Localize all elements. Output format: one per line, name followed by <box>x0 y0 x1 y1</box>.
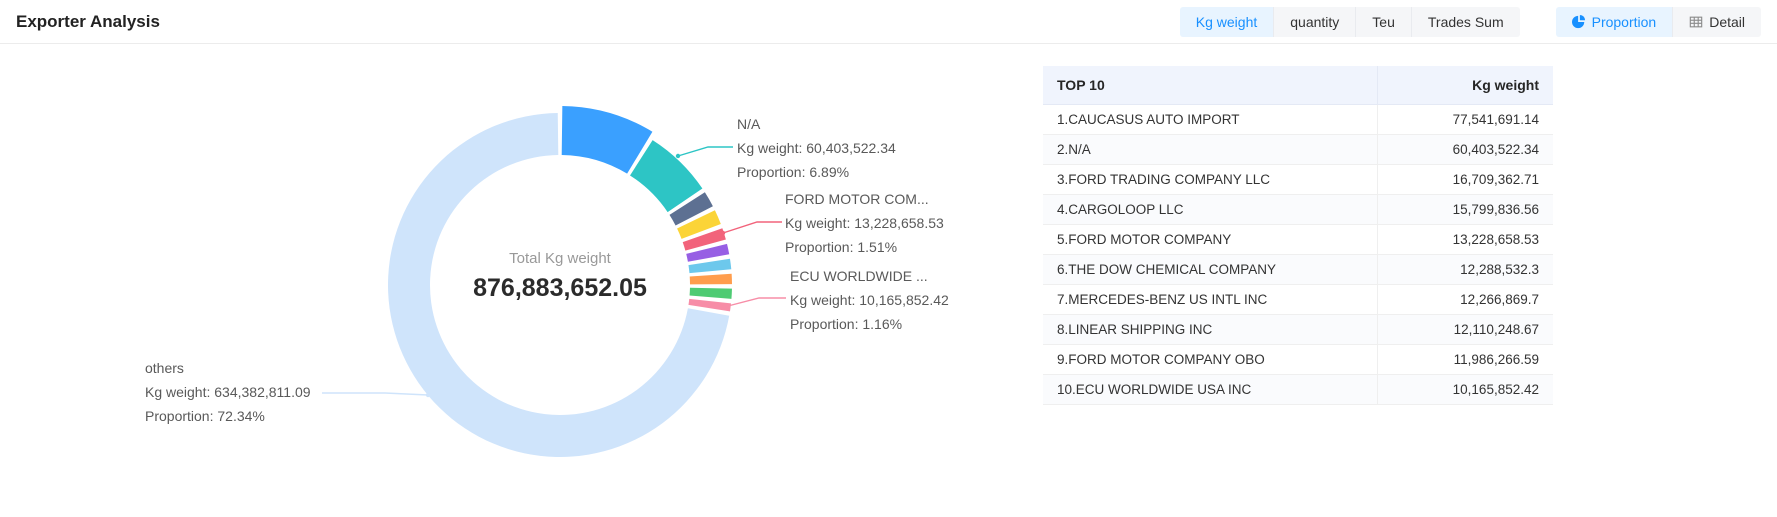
callout-proportion: Proportion: 1.51% <box>785 235 944 259</box>
table-row: 9.FORD MOTOR COMPANY OBO11,986,266.59 <box>1043 344 1553 374</box>
callout-title: N/A <box>737 112 896 136</box>
callout-others: others Kg weight: 634,382,811.09 Proport… <box>145 356 311 428</box>
callout-proportion: Proportion: 72.34% <box>145 404 311 428</box>
table-row: 3.FORD TRADING COMPANY LLC16,709,362.71 <box>1043 164 1553 194</box>
row-kg-weight: 12,266,869.7 <box>1377 284 1553 314</box>
table-row: 1.CAUCASUS AUTO IMPORT77,541,691.14 <box>1043 104 1553 134</box>
row-kg-weight: 12,288,532.3 <box>1377 254 1553 284</box>
callout-kg-weight: Kg weight: 634,382,811.09 <box>145 380 311 404</box>
table-row: 5.FORD MOTOR COMPANY13,228,658.53 <box>1043 224 1553 254</box>
table-row: 4.CARGOLOOP LLC15,799,836.56 <box>1043 194 1553 224</box>
callout-proportion: Proportion: 1.16% <box>790 312 949 336</box>
donut-segment-ford-motor-company-obo[interactable] <box>690 288 732 299</box>
table-header-row: TOP 10 Kg weight <box>1043 66 1553 104</box>
callout-proportion: Proportion: 6.89% <box>737 160 896 184</box>
row-exporter-name: 6.THE DOW CHEMICAL COMPANY <box>1043 254 1377 284</box>
tab-label: quantity <box>1290 14 1339 30</box>
tab-trades-sum[interactable]: Trades Sum <box>1412 7 1520 37</box>
row-kg-weight: 12,110,248.67 <box>1377 314 1553 344</box>
top10-table: TOP 10 Kg weight 1.CAUCASUS AUTO IMPORT7… <box>1043 66 1553 405</box>
tab-detail[interactable]: Detail <box>1673 7 1761 37</box>
callout-kg-weight: Kg weight: 10,165,852.42 <box>790 288 949 312</box>
row-exporter-name: 8.LINEAR SHIPPING INC <box>1043 314 1377 344</box>
tab-proportion[interactable]: Proportion <box>1556 7 1674 37</box>
row-kg-weight: 60,403,522.34 <box>1377 134 1553 164</box>
callout-title: others <box>145 356 311 380</box>
toolbar: Kg weight quantity Teu Trades Sum Proportio… <box>1180 7 1761 37</box>
tab-label: Kg weight <box>1196 14 1257 30</box>
tab-teu[interactable]: Teu <box>1356 7 1412 37</box>
row-exporter-name: 10.ECU WORLDWIDE USA INC <box>1043 374 1377 404</box>
donut-segment-linear-shipping-inc[interactable] <box>690 274 732 285</box>
table-row: 6.THE DOW CHEMICAL COMPANY12,288,532.3 <box>1043 254 1553 284</box>
table-row: 10.ECU WORLDWIDE USA INC10,165,852.42 <box>1043 374 1553 404</box>
tab-kg-weight[interactable]: Kg weight <box>1180 7 1274 37</box>
page-title: Exporter Analysis <box>16 12 160 32</box>
callout-line-others <box>322 393 428 395</box>
callout-ecu-worldwide: ECU WORLDWIDE ... Kg weight: 10,165,852.… <box>790 264 949 336</box>
row-kg-weight: 11,986,266.59 <box>1377 344 1553 374</box>
tab-label: Detail <box>1709 14 1745 30</box>
table-header-kg-weight: Kg weight <box>1377 66 1553 104</box>
callout-dot-ford-motor-company <box>721 231 725 235</box>
row-kg-weight: 10,165,852.42 <box>1377 374 1553 404</box>
view-tabs: Proportion Detail <box>1556 7 1761 37</box>
row-exporter-name: 1.CAUCASUS AUTO IMPORT <box>1043 104 1377 134</box>
tab-label: Proportion <box>1592 14 1657 30</box>
table-row: 7.MERCEDES-BENZ US INTL INC12,266,869.7 <box>1043 284 1553 314</box>
tab-label: Teu <box>1372 14 1395 30</box>
row-kg-weight: 13,228,658.53 <box>1377 224 1553 254</box>
metric-tabs: Kg weight quantity Teu Trades Sum <box>1180 7 1520 37</box>
tab-label: Trades Sum <box>1428 14 1504 30</box>
callout-dot-n-a <box>676 154 680 158</box>
callout-dot-ecu-worldwide-usa-inc <box>726 304 730 308</box>
callout-line-ford-motor-company <box>723 222 782 233</box>
table-row: 8.LINEAR SHIPPING INC12,110,248.67 <box>1043 314 1553 344</box>
callout-dot-others <box>426 393 430 397</box>
content-area: Total Kg weight 876,883,652.05 N/A Kg we… <box>0 44 1777 517</box>
callout-kg-weight: Kg weight: 60,403,522.34 <box>737 136 896 160</box>
row-exporter-name: 5.FORD MOTOR COMPANY <box>1043 224 1377 254</box>
top10-table-body: 1.CAUCASUS AUTO IMPORT77,541,691.142.N/A… <box>1043 104 1553 404</box>
callout-line-ecu-worldwide-usa-inc <box>728 298 786 306</box>
callout-ford-motor: FORD MOTOR COM... Kg weight: 13,228,658.… <box>785 187 944 259</box>
row-kg-weight: 15,799,836.56 <box>1377 194 1553 224</box>
table-icon <box>1689 15 1703 29</box>
pie-chart-icon <box>1572 15 1586 29</box>
donut-segment-ecu-worldwide-usa-inc[interactable] <box>688 299 731 311</box>
callout-kg-weight: Kg weight: 13,228,658.53 <box>785 211 944 235</box>
row-exporter-name: 9.FORD MOTOR COMPANY OBO <box>1043 344 1377 374</box>
row-exporter-name: 4.CARGOLOOP LLC <box>1043 194 1377 224</box>
row-kg-weight: 77,541,691.14 <box>1377 104 1553 134</box>
callout-title: ECU WORLDWIDE ... <box>790 264 949 288</box>
row-exporter-name: 3.FORD TRADING COMPANY LLC <box>1043 164 1377 194</box>
callout-line-n-a <box>678 147 733 156</box>
table-header-top10: TOP 10 <box>1043 66 1377 104</box>
callout-title: FORD MOTOR COM... <box>785 187 944 211</box>
callout-na: N/A Kg weight: 60,403,522.34 Proportion:… <box>737 112 896 184</box>
donut-segment-mercedes-benz-us-intl-inc[interactable] <box>688 259 731 273</box>
row-exporter-name: 2.N/A <box>1043 134 1377 164</box>
tab-quantity[interactable]: quantity <box>1274 7 1356 37</box>
row-kg-weight: 16,709,362.71 <box>1377 164 1553 194</box>
top-bar: Exporter Analysis Kg weight quantity Teu Tr… <box>0 0 1777 44</box>
row-exporter-name: 7.MERCEDES-BENZ US INTL INC <box>1043 284 1377 314</box>
table-row: 2.N/A60,403,522.34 <box>1043 134 1553 164</box>
